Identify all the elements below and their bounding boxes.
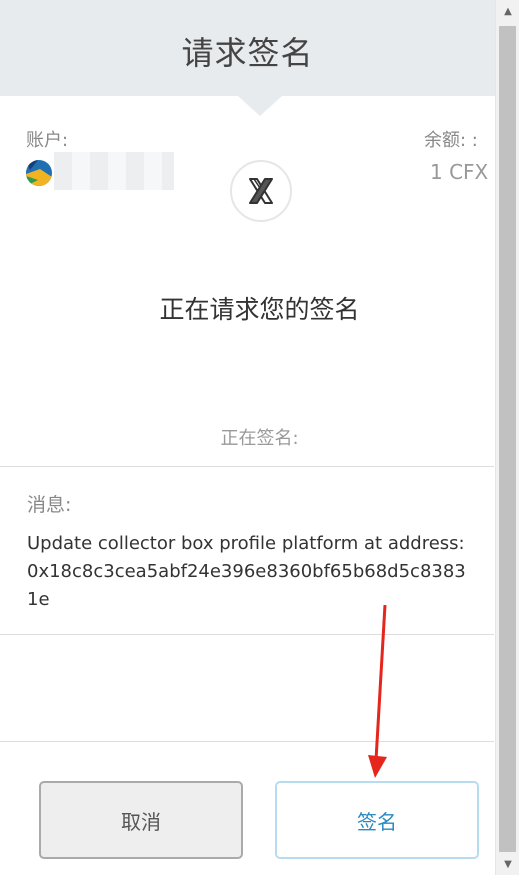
scroll-thumb[interactable]: [499, 26, 516, 852]
divider: [0, 634, 494, 635]
request-title: 正在请求您的签名: [159, 295, 360, 324]
cancel-button[interactable]: 取消: [39, 781, 243, 859]
annotation-arrow-icon: [368, 605, 387, 778]
divider: [0, 466, 494, 467]
balance-label: 余额: :: [424, 130, 478, 151]
scroll-down-icon[interactable]: ▼: [496, 853, 519, 875]
avatar: [26, 160, 52, 186]
message-label: 消息:: [27, 494, 72, 516]
account-address: [54, 152, 174, 190]
account-label: 账户:: [26, 130, 69, 151]
signing-label: 正在签名:: [220, 428, 299, 449]
header: 请求签名: [0, 0, 495, 96]
balance-value: 1 CFX: [430, 160, 489, 184]
header-notch: [238, 96, 282, 116]
sign-button[interactable]: 签名: [275, 781, 479, 859]
message-body: Update collector box profile platform at…: [27, 533, 466, 610]
scrollbar[interactable]: ▲ ▼: [495, 0, 519, 875]
x-logo-icon: [230, 160, 292, 222]
divider: [0, 741, 494, 742]
scroll-up-icon[interactable]: ▲: [496, 0, 519, 22]
page-title: 请求签名: [181, 34, 314, 72]
